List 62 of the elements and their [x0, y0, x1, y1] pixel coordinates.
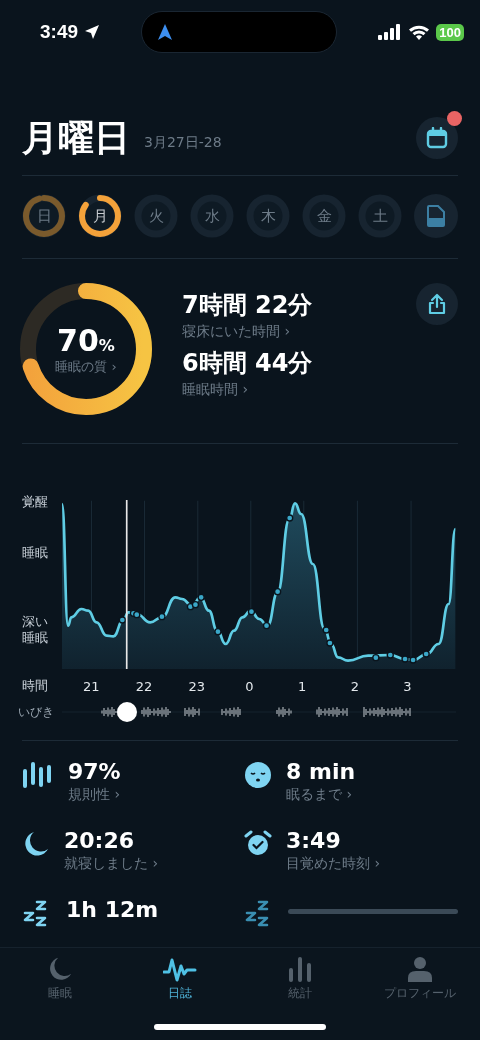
- day-ring[interactable]: 日: [22, 194, 66, 238]
- playback-handle[interactable]: [116, 701, 138, 723]
- stat-link[interactable]: 目覚めた時刻 ›: [286, 855, 381, 873]
- sleep-quality-link[interactable]: 睡眠の質 ›: [55, 357, 117, 376]
- day-title: 月曜日: [22, 115, 130, 160]
- stat-value: 8 min: [286, 759, 356, 784]
- share-button[interactable]: [416, 283, 458, 325]
- navigation-arrow-icon: [158, 24, 173, 40]
- stat-link[interactable]: 規則性 ›: [68, 786, 121, 804]
- tab[interactable]: 睡眠: [0, 956, 120, 1008]
- calendar-button[interactable]: [416, 117, 458, 159]
- document-icon: [427, 205, 445, 227]
- time-cursor[interactable]: [125, 500, 128, 670]
- stat-value: 3:49: [286, 828, 342, 853]
- hour-label: 23: [187, 678, 206, 694]
- stat-value: 20:26: [64, 828, 136, 853]
- status-time: 3:49: [40, 21, 79, 43]
- report-button[interactable]: [414, 194, 458, 238]
- date-range: 3月27日-28: [144, 134, 222, 152]
- stat-value: 1h 12m: [66, 897, 159, 922]
- signal-icon: [378, 24, 403, 40]
- location-arrow-icon: [84, 24, 101, 40]
- day-ring[interactable]: 木: [246, 194, 290, 238]
- hour-label: 1: [296, 678, 308, 694]
- tab[interactable]: 統計: [240, 956, 360, 1008]
- day-ring[interactable]: 土: [358, 194, 402, 238]
- day-ring[interactable]: 水: [190, 194, 234, 238]
- quality-percent: 70%: [57, 322, 115, 358]
- y-axis-label: 睡眠: [22, 545, 48, 562]
- bars-icon: [22, 761, 54, 789]
- duration-link[interactable]: 寝床にいた時間 ›: [182, 323, 386, 341]
- tab[interactable]: プロフィール: [360, 956, 480, 1008]
- hour-label: 22: [134, 678, 154, 694]
- x-axis-title: 時間: [21, 677, 49, 695]
- wifi-icon: [408, 24, 431, 40]
- hour-label: 0: [244, 678, 255, 694]
- bar-chart-icon: [287, 956, 313, 982]
- moon-icon: [22, 830, 50, 858]
- stat-link[interactable]: 眠るまで ›: [286, 786, 356, 804]
- tab[interactable]: 日誌: [120, 956, 240, 1008]
- y-axis-label: 覚醒: [22, 494, 48, 511]
- duration-link[interactable]: 睡眠時間 ›: [182, 381, 386, 399]
- stat-link[interactable]: 就寝しました ›: [64, 855, 159, 873]
- battery-level: 100: [436, 23, 464, 41]
- day-ring[interactable]: 火: [134, 194, 178, 238]
- sleepy-face-icon: [244, 761, 272, 789]
- day-ring[interactable]: 月: [78, 194, 122, 238]
- hour-label: 2: [349, 678, 360, 694]
- day-ring[interactable]: 金: [302, 194, 346, 238]
- hour-label: 3: [402, 678, 413, 694]
- duration-value: 7時間 22分: [182, 290, 314, 321]
- wave-icon: [163, 956, 197, 982]
- hour-label: 21: [82, 678, 101, 694]
- y-axis-label: 深い睡眠: [22, 614, 48, 647]
- person-icon: [407, 956, 433, 982]
- duration-value: 6時間 44分: [182, 348, 314, 379]
- snore-label: いびき: [17, 703, 55, 721]
- moon-icon: [47, 956, 73, 982]
- stat-value: 97%: [68, 759, 121, 784]
- alarm-clock-icon: [244, 830, 272, 858]
- calendar-icon: [426, 127, 448, 149]
- share-icon: [427, 293, 447, 315]
